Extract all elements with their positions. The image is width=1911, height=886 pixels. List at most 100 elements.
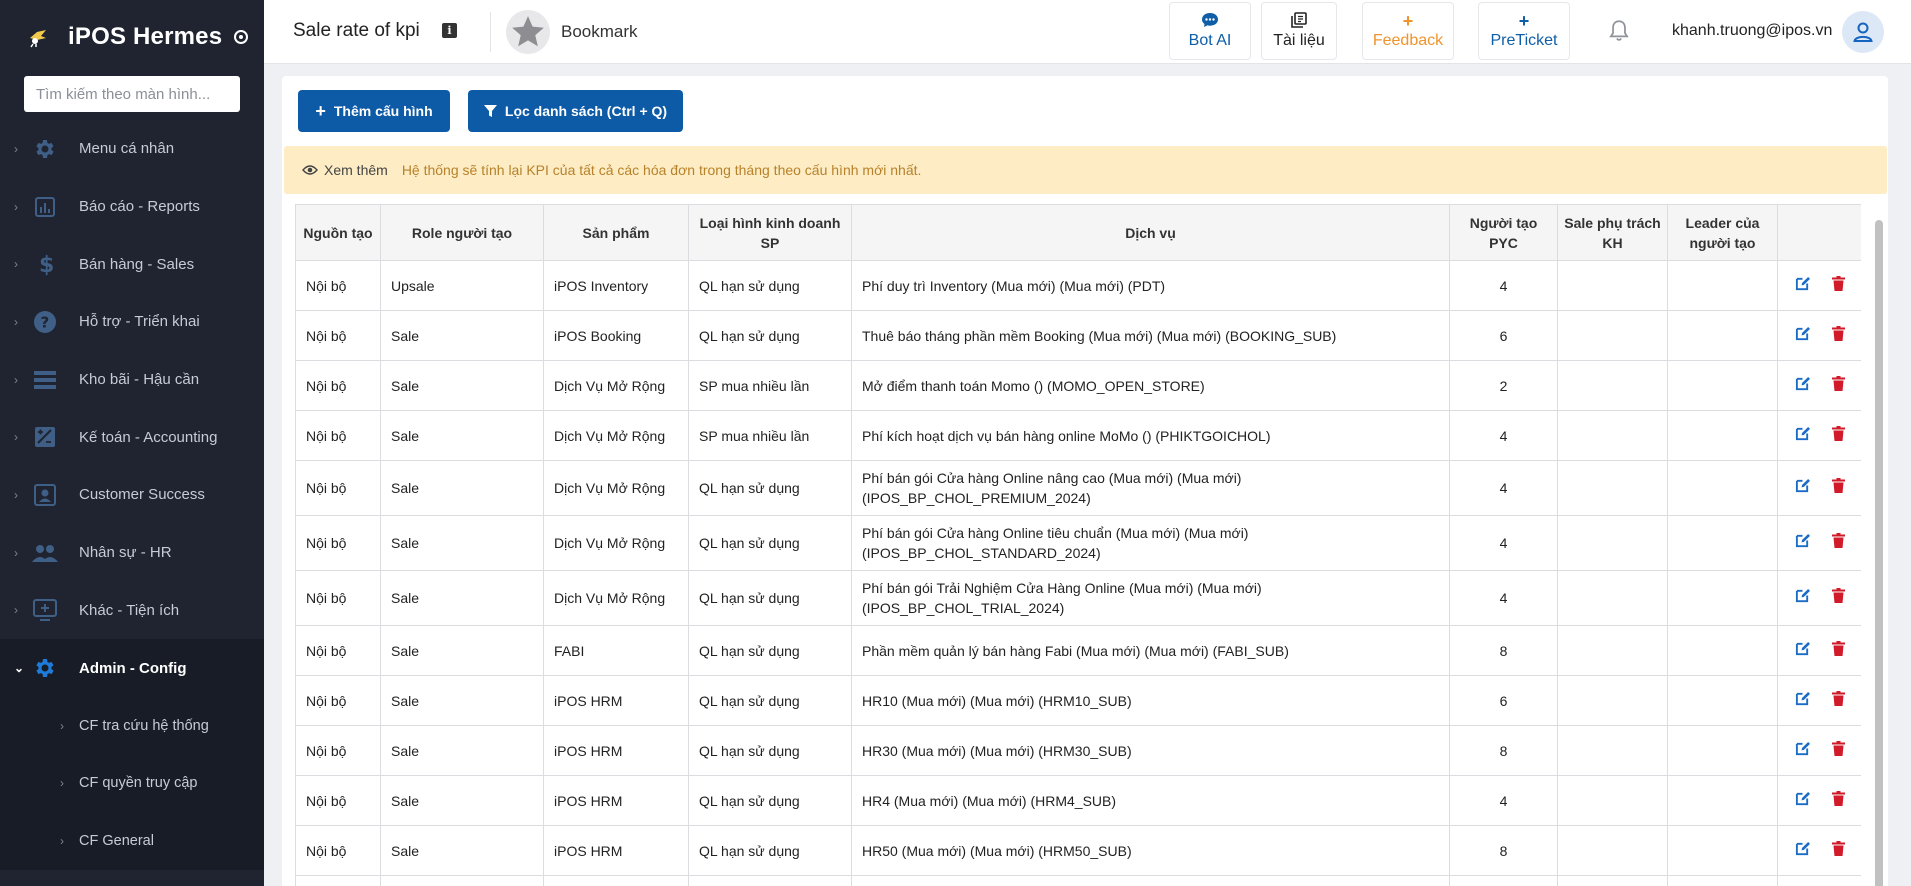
see-more-link[interactable]: Xem thêm [302, 162, 388, 178]
sidebar-item-admin-config[interactable]: ⌄ Admin - Config [0, 639, 264, 697]
bookmark-label[interactable]: Bookmark [561, 22, 638, 42]
sidebar-item-label: Bán hàng - Sales [79, 255, 195, 273]
filter-list-button[interactable]: Lọc danh sách (Ctrl + Q) [468, 90, 683, 132]
info-icon[interactable]: i [442, 23, 457, 38]
cell-pyc: 4 [1449, 260, 1558, 311]
chat-bubble-icon [1201, 12, 1219, 30]
cell-type: QL hạn sử dụng [688, 775, 852, 826]
sidebar-subitem-cf-general[interactable]: › CF General [0, 812, 264, 870]
sidebar-item-kho-bai[interactable]: › Kho bãi - Hậu cần [0, 351, 264, 409]
delete-icon[interactable] [1831, 325, 1845, 346]
report-chart-icon [32, 194, 58, 220]
sidebar-subitem-cf-quyen-truy-cap[interactable]: › CF quyền truy cập [0, 754, 264, 813]
edit-icon[interactable] [1795, 276, 1810, 296]
cell-source: Nội bộ [295, 515, 381, 571]
chevron-right-icon: › [60, 718, 64, 733]
gear-icon [32, 655, 58, 681]
edit-icon[interactable] [1795, 691, 1810, 711]
cell-actions [1777, 725, 1861, 776]
cell-leader [1667, 360, 1778, 411]
preticket-button[interactable]: + PreTicket [1478, 2, 1570, 60]
sidebar-item-ke-toan[interactable]: › Kế toán - Accounting [0, 408, 264, 466]
feedback-button[interactable]: + Feedback [1362, 2, 1454, 60]
delete-icon[interactable] [1831, 478, 1845, 498]
cell-sale [1557, 310, 1668, 361]
delete-icon[interactable] [1831, 533, 1845, 553]
delete-icon[interactable] [1831, 425, 1845, 446]
edit-icon[interactable] [1795, 641, 1810, 661]
cell-actions [1777, 675, 1861, 726]
cell-role [380, 875, 544, 886]
sidebar-item-ban-hang[interactable]: › $ Bán hàng - Sales [0, 235, 264, 293]
sidebar-subitem-cf-tra-cuu[interactable]: › CF tra cứu hệ thống [0, 696, 264, 755]
cell-actions [1777, 260, 1861, 311]
edit-icon[interactable] [1795, 326, 1810, 346]
sidebar-subitem-label: CF tra cứu hệ thống [79, 717, 209, 734]
sidebar-item-ho-tro[interactable]: › ? Hỗ trợ - Triển khai [0, 293, 264, 351]
cell-role: Sale [380, 360, 544, 411]
cell-pyc [1449, 875, 1558, 886]
cell-actions [1777, 515, 1861, 571]
bot-ai-button[interactable]: Bot AI [1169, 2, 1251, 60]
column-header-source[interactable]: Nguồn tạo [295, 204, 381, 261]
delete-icon[interactable] [1831, 690, 1845, 711]
user-email[interactable]: khanh.truong@ipos.vn [1672, 22, 1832, 40]
column-header-pyc-creator[interactable]: Người tạo PYC [1449, 204, 1558, 261]
table-row: Nội bộ Sale Dịch Vụ Mở Rộng SP mua nhiều lầ… [295, 360, 1861, 411]
delete-icon[interactable] [1831, 375, 1845, 396]
edit-icon[interactable] [1795, 533, 1810, 553]
bookmark-star-icon[interactable] [506, 10, 550, 54]
column-header-leader[interactable]: Leader của người tạo [1667, 204, 1778, 261]
cell-role: Sale [380, 410, 544, 461]
warehouse-list-icon [32, 367, 58, 393]
column-header-product[interactable]: Sản phẩm [543, 204, 689, 261]
edit-icon[interactable] [1795, 741, 1810, 761]
edit-icon[interactable] [1795, 841, 1810, 861]
sidebar-item-bao-cao[interactable]: › Báo cáo - Reports [0, 178, 264, 236]
edit-icon[interactable] [1795, 588, 1810, 608]
user-avatar[interactable] [1842, 11, 1884, 53]
cell-source: Nội bộ [295, 570, 381, 626]
sidebar-item-nhan-su[interactable]: › Nhân sự - HR [0, 524, 264, 582]
tai-lieu-button[interactable]: Tài liệu [1261, 2, 1337, 60]
column-header-business-type[interactable]: Loại hình kinh doanh SP [688, 204, 852, 261]
table-row: Nội bộ Sale iPOS Booking QL hạn sử dụng Thuê… [295, 310, 1861, 361]
table-row [295, 875, 1861, 886]
scrollbar-thumb[interactable] [1875, 220, 1883, 886]
delete-icon[interactable] [1831, 740, 1845, 761]
cell-product: iPOS Booking [543, 310, 689, 361]
table-scrollbar[interactable] [1874, 206, 1884, 886]
add-config-button[interactable]: + Thêm cấu hình [298, 90, 450, 132]
column-header-role[interactable]: Role người tạo [380, 204, 544, 261]
kpi-table-body: Nội bộ Upsale iPOS Inventory QL hạn sử dụng… [295, 260, 1861, 886]
brand[interactable]: iPOS Hermes [0, 0, 264, 74]
sidebar-item-customer-success[interactable]: › Customer Success [0, 466, 264, 524]
column-header-service[interactable]: Dịch vụ [851, 204, 1450, 261]
cell-type: QL hạn sử dụng [688, 570, 852, 626]
delete-icon[interactable] [1831, 840, 1845, 861]
delete-icon[interactable] [1831, 275, 1845, 296]
cell-product: Dịch Vụ Mở Rộng [543, 515, 689, 571]
main-card: + Thêm cấu hình Lọc danh sách (Ctrl + Q)… [282, 76, 1888, 886]
bell-icon[interactable] [1606, 18, 1632, 44]
cell-actions [1777, 625, 1861, 676]
cell-role: Sale [380, 825, 544, 876]
sidebar-search-input[interactable] [24, 76, 240, 112]
edit-icon[interactable] [1795, 791, 1810, 811]
cell-role: Sale [380, 310, 544, 361]
cell-role: Sale [380, 570, 544, 626]
sidebar-item-menu-ca-nhan[interactable]: › Menu cá nhân [0, 120, 264, 178]
sidebar-item-khac[interactable]: › Khác - Tiện ích [0, 582, 264, 640]
delete-icon[interactable] [1831, 640, 1845, 661]
see-more-label: Xem thêm [324, 162, 388, 178]
edit-icon[interactable] [1795, 478, 1810, 498]
edit-icon[interactable] [1795, 376, 1810, 396]
delete-icon[interactable] [1831, 588, 1845, 608]
column-header-sale-owner[interactable]: Sale phụ trách KH [1557, 204, 1668, 261]
dollar-icon: $ [32, 251, 58, 277]
sidebar-item-label: Admin - Config [79, 659, 187, 677]
gear-icon [32, 136, 58, 162]
help-icon: ? [32, 309, 58, 335]
delete-icon[interactable] [1831, 790, 1845, 811]
edit-icon[interactable] [1795, 426, 1810, 446]
